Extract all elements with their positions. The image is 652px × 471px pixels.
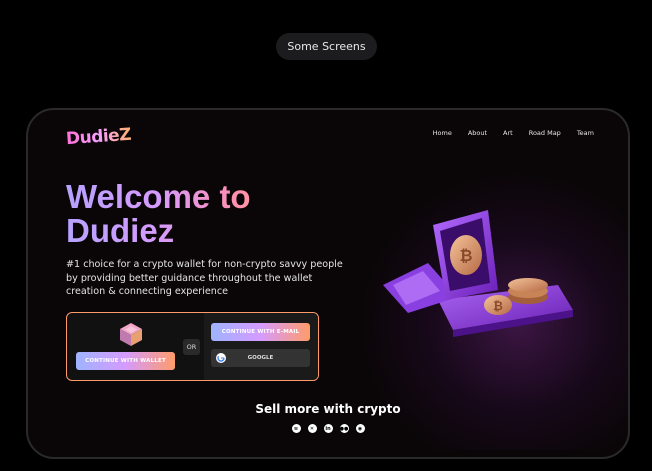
social-links: ≋ ✕ in ●● ◉: [28, 424, 628, 433]
auth-card: CONTINUE WITH WALLET OR CONTINUE WITH E-…: [66, 312, 319, 381]
logo[interactable]: DudieZ: [65, 125, 131, 149]
nav-home[interactable]: Home: [433, 129, 452, 137]
alt-login-panel: CONTINUE WITH E-MAIL GOOGLE: [204, 313, 318, 380]
hero-description: #1 choice for a crypto wallet for non-cr…: [66, 259, 343, 297]
svg-text:₿: ₿: [493, 299, 503, 313]
spotify-icon[interactable]: ≋: [291, 424, 301, 433]
hero-title-line1: Welcome to: [66, 178, 251, 215]
hero-title: Welcome to Dudiez: [66, 180, 326, 248]
svg-text:₿: ₿: [459, 246, 472, 265]
nav-team[interactable]: Team: [577, 129, 594, 137]
google-button[interactable]: GOOGLE: [211, 349, 310, 367]
some-screens-pill: Some Screens: [276, 33, 377, 60]
footer-tagline: Sell more with crypto: [255, 402, 401, 416]
nav-road-map[interactable]: Road Map: [529, 129, 561, 137]
discord-icon[interactable]: ◉: [355, 424, 365, 433]
continue-with-wallet-button[interactable]: CONTINUE WITH WALLET: [76, 352, 175, 370]
linkedin-icon[interactable]: in: [323, 424, 333, 433]
google-icon: [216, 353, 226, 363]
google-button-label: GOOGLE: [247, 355, 274, 361]
hero-title-line2: Dudiez: [66, 212, 175, 249]
continue-with-email-button[interactable]: CONTINUE WITH E-MAIL: [211, 323, 310, 341]
screen-frame: DudieZ Home About Art Road Map Team Welc…: [26, 108, 630, 459]
medium-icon[interactable]: ●●: [339, 424, 349, 433]
nav-about[interactable]: About: [468, 129, 487, 137]
wallet-cube-icon: [120, 323, 142, 346]
x-icon[interactable]: ✕: [307, 424, 317, 433]
main-nav: Home About Art Road Map Team: [433, 129, 594, 137]
nav-art[interactable]: Art: [503, 129, 513, 137]
crypto-wallet-illustration: ₿ ₿: [383, 210, 573, 337]
or-divider: OR: [183, 339, 200, 355]
